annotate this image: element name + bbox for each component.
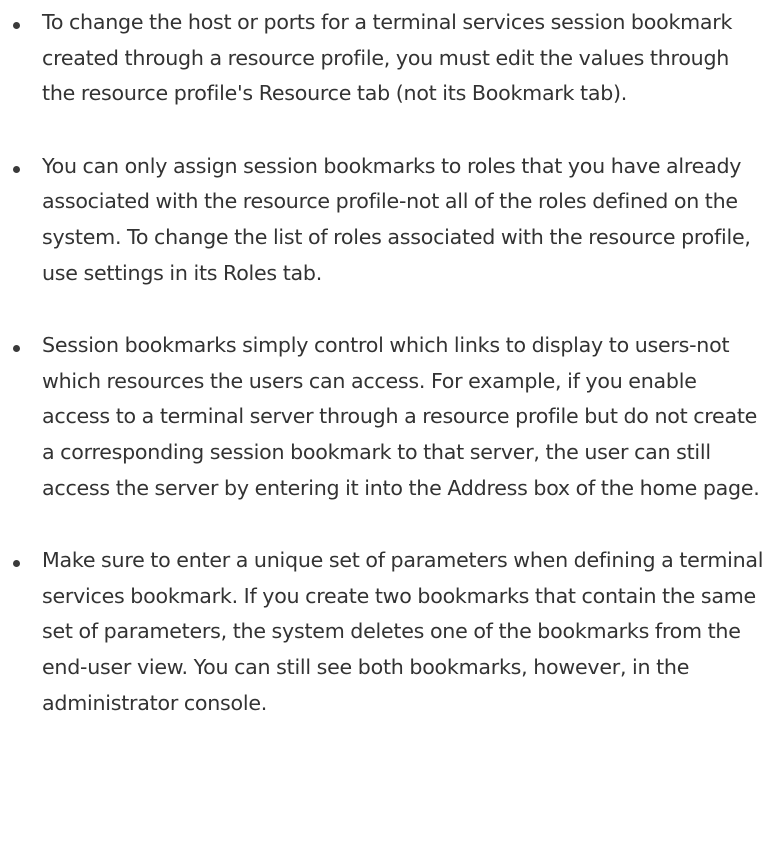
list-item-text: To change the host or ports for a termin… (42, 10, 733, 106)
list-item-text: Make sure to enter a unique set of param… (42, 548, 764, 715)
list-item: To change the host or ports for a termin… (0, 5, 773, 112)
notes-list: To change the host or ports for a termin… (0, 5, 773, 758)
bullet-icon (13, 165, 20, 173)
bullet-icon (13, 560, 20, 568)
list-item: You can only assign session bookmarks to… (0, 149, 773, 291)
list-item: Session bookmarks simply control which l… (0, 328, 773, 506)
list-item: Make sure to enter a unique set of param… (0, 543, 773, 721)
bullet-icon (13, 345, 20, 353)
bullet-icon (13, 22, 20, 29)
list-item-text: You can only assign session bookmarks to… (42, 153, 751, 285)
list-item-text: Session bookmarks simply control which l… (42, 333, 760, 500)
